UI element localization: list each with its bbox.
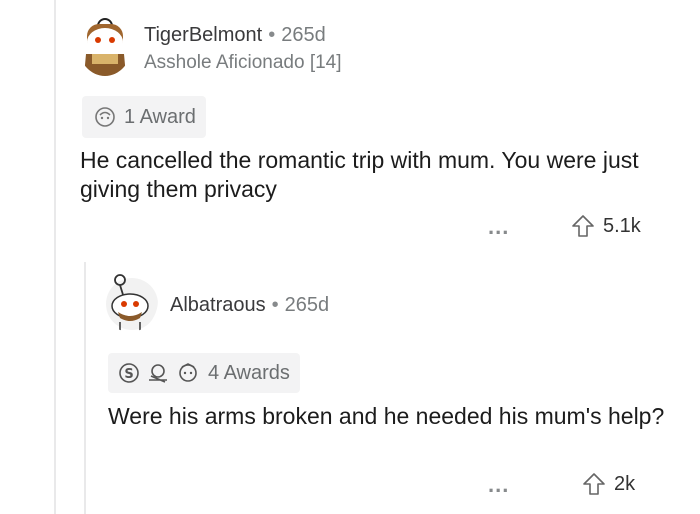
more-options-button[interactable]: ... — [488, 214, 509, 240]
user-flair: Asshole Aficionado [14] — [144, 52, 342, 73]
awards-pill[interactable]: 1 Award — [82, 96, 206, 138]
vote-area: 5.1k — [571, 214, 641, 238]
username[interactable]: TigerBelmont — [144, 24, 262, 47]
svg-text:S: S — [124, 367, 133, 382]
username[interactable]: Albatraous — [170, 294, 266, 317]
vote-count: 5.1k — [603, 214, 641, 237]
wholesome-award-icon — [179, 363, 197, 382]
upvote-button[interactable]: 2k — [582, 472, 635, 496]
comment-header: Albatraous • 265d — [170, 294, 329, 317]
comment-actions: ... — [488, 214, 509, 240]
silver-award-icon: S — [119, 363, 139, 383]
separator-dot: • — [271, 294, 279, 316]
comment-age[interactable]: 265d — [285, 294, 330, 317]
vote-area: 2k — [582, 472, 635, 496]
thread-line-reply[interactable] — [84, 262, 86, 514]
award-icon — [95, 107, 115, 127]
upvote-button[interactable]: 5.1k — [571, 214, 641, 238]
thread-line-root[interactable] — [54, 0, 56, 514]
comment-age[interactable]: 265d — [281, 24, 326, 47]
separator-dot: • — [268, 24, 276, 46]
more-options-button[interactable]: ... — [488, 472, 509, 498]
upvote-icon — [572, 215, 594, 237]
hugz-award-icon — [149, 364, 167, 383]
comment-actions: ... — [488, 472, 509, 498]
awards-pill[interactable]: S 4 Awards — [108, 353, 300, 393]
avatar[interactable] — [78, 14, 132, 76]
vote-count: 2k — [614, 472, 636, 495]
upvote-icon — [583, 473, 605, 495]
comment-header: TigerBelmont • 265d — [144, 24, 326, 47]
comment-body: He cancelled the romantic trip with mum.… — [80, 147, 639, 202]
avatar[interactable] — [102, 268, 158, 332]
awards-count: 4 Awards — [208, 361, 290, 384]
awards-count: 1 Award — [124, 105, 196, 128]
comment-body: Were his arms broken and he needed his m… — [108, 403, 665, 429]
